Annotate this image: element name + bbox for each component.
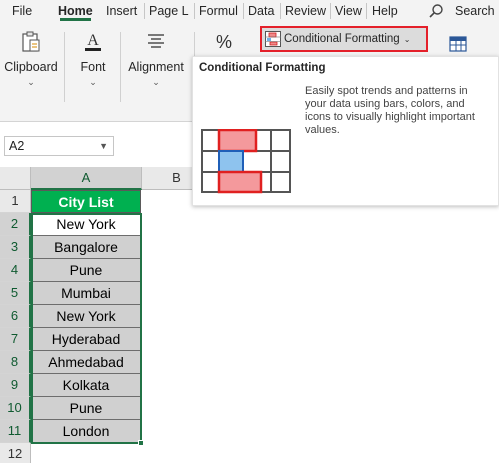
row-header[interactable]: 5 (0, 282, 31, 305)
clipboard-group[interactable]: Clipboard ⌄ (4, 30, 58, 88)
row-header[interactable]: 8 (0, 351, 31, 374)
table-cell[interactable]: New York (31, 213, 141, 236)
name-box-value: A2 (9, 139, 25, 153)
align-icon (148, 34, 164, 48)
row-header[interactable]: 7 (0, 328, 31, 351)
format-as-table-icon[interactable] (448, 34, 468, 54)
tab-insert[interactable]: Insert (106, 0, 137, 22)
conditional-formatting-icon (265, 31, 281, 47)
tooltip-title: Conditional Formatting (199, 62, 326, 74)
table-cell[interactable]: Pune (31, 397, 141, 420)
row-header[interactable]: 6 (0, 305, 31, 328)
row-header[interactable]: 2 (0, 213, 31, 236)
tab-data[interactable]: Data (248, 0, 274, 22)
name-box[interactable]: A2 ▼ (4, 136, 114, 156)
row-header[interactable]: 11 (0, 420, 31, 443)
column-header-a[interactable]: A (31, 167, 142, 190)
table-cell[interactable]: Kolkata (31, 374, 141, 397)
tab-home[interactable]: Home (58, 0, 93, 22)
font-color-icon: A (85, 32, 101, 51)
number-group[interactable]: % (206, 30, 242, 54)
tab-page-layout[interactable]: Page L (149, 0, 189, 22)
cell-a1-header[interactable]: City List (31, 190, 141, 213)
conditional-formatting-button[interactable]: Conditional Formatting ⌄ (260, 26, 428, 52)
alignment-group[interactable]: Alignment ⌄ (124, 30, 188, 88)
table-cell[interactable]: Pune (31, 259, 141, 282)
row-header[interactable]: 3 (0, 236, 31, 259)
row-header[interactable]: 10 (0, 397, 31, 420)
tooltip-description: Easily spot trends and patterns in your … (305, 85, 475, 136)
ribbon-divider (120, 32, 121, 102)
row-header[interactable]: 12 (0, 443, 31, 463)
chevron-down-icon[interactable]: ⌄ (124, 77, 188, 88)
clipboard-label: Clipboard (4, 60, 58, 74)
clipboard-icon (22, 31, 40, 52)
chevron-down-icon: ⌄ (403, 34, 411, 44)
table-cell[interactable]: Ahmedabad (31, 351, 141, 374)
select-all-corner[interactable] (0, 167, 31, 190)
tab-view[interactable]: View (335, 0, 362, 22)
tab-separator (280, 3, 281, 19)
font-label: Font (80, 60, 106, 74)
chevron-down-icon[interactable]: ▼ (99, 137, 108, 155)
alignment-label: Alignment (128, 60, 184, 74)
chevron-down-icon[interactable]: ⌄ (4, 77, 58, 88)
font-group[interactable]: A Font ⌄ (72, 30, 114, 88)
tab-separator (144, 3, 145, 19)
svg-text:A: A (87, 32, 99, 49)
tab-formulas[interactable]: Formul (199, 0, 238, 22)
row-header[interactable]: 1 (0, 190, 31, 213)
ribbon-divider (64, 32, 65, 102)
conditional-formatting-tooltip: Conditional Formatting Easily spot trend… (192, 56, 499, 206)
tab-file[interactable]: File (12, 0, 32, 22)
row-header[interactable]: 9 (0, 374, 31, 397)
table-cell[interactable]: New York (31, 305, 141, 328)
search-label[interactable]: Search (455, 0, 495, 22)
percent-icon: % (215, 32, 232, 52)
conditional-formatting-illustration-icon (201, 129, 291, 194)
row-header[interactable]: 4 (0, 259, 31, 282)
table-cell[interactable]: Bangalore (31, 236, 141, 259)
chevron-down-icon[interactable]: ⌄ (72, 77, 114, 88)
search-icon[interactable] (428, 3, 444, 19)
conditional-formatting-label: Conditional Formatting (284, 33, 400, 45)
tab-separator (194, 3, 195, 19)
table-cell[interactable]: London (31, 420, 141, 443)
tab-separator (243, 3, 244, 19)
table-cell[interactable]: Mumbai (31, 282, 141, 305)
ribbon-tab-bar: File Home Insert Page L Formul Data Revi… (0, 0, 499, 22)
tab-help[interactable]: Help (372, 0, 398, 22)
tab-separator (330, 3, 331, 19)
tab-separator (366, 3, 367, 19)
table-cell[interactable]: Hyderabad (31, 328, 141, 351)
tab-review[interactable]: Review (285, 0, 326, 22)
fill-handle[interactable] (138, 440, 144, 446)
